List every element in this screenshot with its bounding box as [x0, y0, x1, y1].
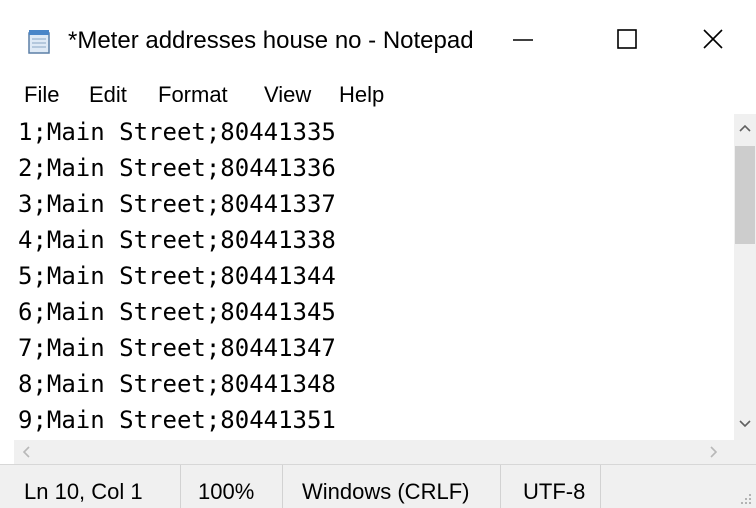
line-ending: Windows (CRLF)	[302, 479, 470, 504]
cursor-position: Ln 10, Col 1	[24, 479, 143, 504]
status-divider	[600, 465, 601, 508]
window-title: *Meter addresses house no - Notepad	[68, 27, 474, 54]
title-bar[interactable]: *Meter addresses house no - Notepad	[0, 0, 756, 78]
resize-grip-icon[interactable]	[738, 491, 754, 507]
menu-file[interactable]: File	[24, 80, 59, 110]
scroll-up-icon[interactable]	[734, 118, 756, 140]
text-editor[interactable]: 1;Main Street;80441335 2;Main Street;804…	[14, 114, 734, 440]
zoom-level: 100%	[198, 479, 255, 504]
close-icon	[703, 29, 723, 49]
text-line: 7;Main Street;80441347	[18, 334, 336, 362]
horizontal-scrollbar[interactable]	[14, 440, 756, 464]
text-line: 3;Main Street;80441337	[18, 190, 336, 218]
text-line: 5;Main Street;80441344	[18, 262, 336, 290]
menu-edit[interactable]: Edit	[89, 80, 127, 110]
vertical-scrollbar[interactable]	[734, 114, 756, 440]
text-line: 8;Main Street;80441348	[18, 370, 336, 398]
vertical-scroll-thumb[interactable]	[735, 146, 755, 244]
menu-view[interactable]: View	[264, 80, 311, 110]
scroll-down-icon[interactable]	[734, 412, 756, 434]
scroll-left-icon[interactable]	[16, 441, 38, 463]
close-button[interactable]	[670, 0, 756, 78]
status-divider	[500, 465, 501, 508]
notepad-window: *Meter addresses house no - Notepad File…	[0, 0, 756, 508]
text-line: 9;Main Street;80441351	[18, 406, 336, 434]
text-line: 1;Main Street;80441335	[18, 118, 336, 146]
maximize-icon	[617, 29, 637, 49]
menu-help[interactable]: Help	[339, 80, 384, 110]
status-divider	[180, 465, 181, 508]
status-bar: Ln 10, Col 1 100% Windows (CRLF) UTF-8	[0, 464, 756, 508]
notepad-icon	[28, 30, 50, 54]
text-line: 2;Main Street;80441336	[18, 154, 336, 182]
status-divider	[282, 465, 283, 508]
text-line: 6;Main Street;80441345	[18, 298, 336, 326]
minimize-button[interactable]	[480, 0, 566, 78]
minimize-icon	[513, 39, 533, 41]
text-line: 4;Main Street;80441338	[18, 226, 336, 254]
encoding: UTF-8	[523, 479, 586, 504]
scroll-right-icon[interactable]	[702, 441, 724, 463]
menu-format[interactable]: Format	[158, 80, 228, 110]
maximize-button[interactable]	[584, 0, 670, 78]
menu-bar: File Edit Format View Help	[0, 78, 756, 114]
